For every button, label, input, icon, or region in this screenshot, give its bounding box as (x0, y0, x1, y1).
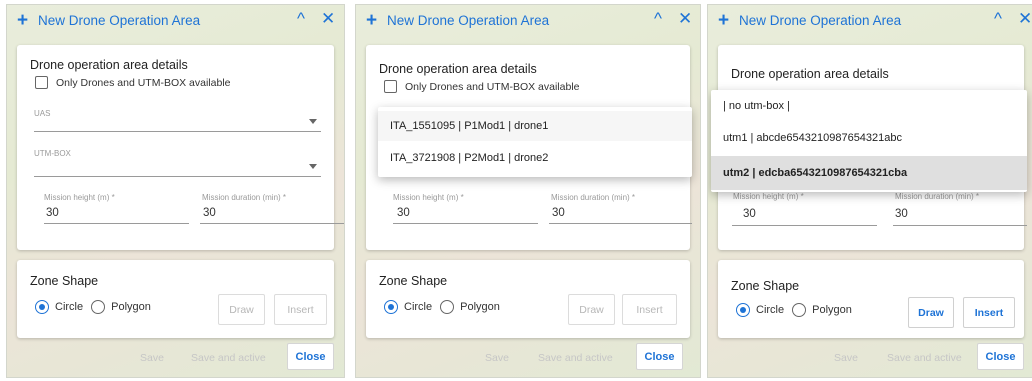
utm-dropdown-arrow-icon[interactable] (309, 164, 317, 169)
close-button[interactable]: Close (287, 343, 334, 370)
save-button[interactable]: Save (485, 352, 509, 364)
details-title: Drone operation area details (30, 58, 188, 72)
close-button[interactable]: Close (636, 343, 683, 370)
polygon-label: Polygon (812, 304, 852, 316)
height-input[interactable]: 30 (397, 207, 410, 219)
panel-uas-dropdown: + New Drone Operation Area ^ ✕ Drone ope… (355, 4, 701, 378)
details-title: Drone operation area details (379, 62, 537, 76)
details-card: Drone operation area details Only Drones… (17, 45, 344, 250)
panel-default: + New Drone Operation Area ^ ✕ Drone ope… (6, 4, 345, 378)
close-icon[interactable]: ✕ (1018, 9, 1032, 29)
radio-dot-icon (387, 303, 394, 310)
height-label: Mission height (m) * (44, 193, 115, 202)
collapse-icon[interactable]: ^ (994, 9, 1002, 29)
collapse-icon[interactable]: ^ (297, 9, 305, 29)
uas-option[interactable]: ITA_3721908 | P2Mod1 | drone2 (378, 143, 692, 173)
zone-radio-group: Circle Polygon (736, 303, 860, 317)
polygon-label: Polygon (111, 301, 151, 313)
dialog-title: New Drone Operation Area (387, 12, 550, 28)
zone-card: Zone Shape Circle Polygon Draw Insert (718, 260, 1024, 338)
save-and-active-button[interactable]: Save and active (887, 352, 962, 364)
utm-dropdown-menu: | no utm-box | utm1 | abcde6543210987654… (711, 90, 1027, 192)
only-available-label: Only Drones and UTM-BOX available (56, 76, 231, 89)
utm-select[interactable] (34, 176, 321, 177)
duration-label: Mission duration (min) * (202, 193, 287, 202)
utm-option[interactable]: utm1 | abcde6543210987654321abc (711, 124, 1027, 152)
insert-button[interactable]: Insert (274, 294, 327, 325)
duration-input[interactable]: 30 (203, 207, 216, 219)
utm-option-selected[interactable]: utm2 | edcba6543210987654321cba (711, 156, 1027, 190)
duration-label: Mission duration (min) * (895, 192, 980, 201)
add-icon: + (718, 9, 730, 31)
dialog-title: New Drone Operation Area (38, 12, 201, 28)
circle-label: Circle (55, 301, 84, 313)
height-underline (44, 223, 189, 224)
zone-title: Zone Shape (379, 274, 448, 288)
circle-radio[interactable] (35, 300, 49, 314)
circle-radio[interactable] (736, 303, 750, 317)
dialog-title: New Drone Operation Area (739, 12, 902, 28)
close-icon[interactable]: ✕ (321, 9, 335, 29)
height-underline (732, 225, 877, 226)
zone-title: Zone Shape (731, 279, 800, 293)
panel-utm-dropdown: + New Drone Operation Area ^ ✕ Drone ope… (707, 4, 1032, 378)
close-icon[interactable]: ✕ (678, 9, 692, 29)
polygon-radio[interactable] (91, 300, 106, 314)
zone-card: Zone Shape Circle Polygon Draw Insert (366, 260, 690, 338)
save-button[interactable]: Save (834, 352, 858, 364)
duration-input[interactable]: 30 (552, 207, 565, 219)
uas-select[interactable] (34, 131, 321, 132)
circle-label: Circle (404, 301, 433, 313)
utm-option[interactable]: | no utm-box | (711, 92, 1027, 120)
only-available-checkbox[interactable] (35, 76, 48, 89)
dialog-header: + New Drone Operation Area ^ ✕ (7, 5, 344, 35)
duration-underline (893, 225, 1027, 226)
height-label: Mission height (m) * (393, 193, 464, 202)
uas-label: UAS (34, 109, 51, 118)
dialog-header: + New Drone Operation Area ^ ✕ (708, 5, 1032, 35)
collapse-icon[interactable]: ^ (654, 9, 662, 29)
dialog-header: + New Drone Operation Area ^ ✕ (356, 5, 700, 35)
duration-underline (200, 223, 344, 224)
duration-underline (549, 223, 692, 224)
height-underline (393, 223, 538, 224)
utm-label: UTM-BOX (34, 149, 71, 158)
height-input[interactable]: 30 (46, 207, 59, 219)
duration-label: Mission duration (min) * (551, 193, 636, 202)
details-title: Drone operation area details (731, 67, 889, 81)
only-available-checkbox-row[interactable]: Only Drones and UTM-BOX available (35, 76, 231, 89)
height-label: Mission height (m) * (733, 192, 804, 201)
save-and-active-button[interactable]: Save and active (538, 352, 613, 364)
save-button[interactable]: Save (140, 352, 164, 364)
draw-button[interactable]: Draw (218, 294, 265, 325)
uas-dropdown-arrow-icon[interactable] (309, 119, 317, 124)
only-available-checkbox[interactable] (384, 80, 397, 93)
add-icon: + (17, 9, 29, 31)
duration-input[interactable]: 30 (895, 208, 908, 220)
close-button[interactable]: Close (977, 343, 1024, 370)
polygon-radio[interactable] (792, 303, 807, 317)
zone-radio-group: Circle Polygon (35, 300, 159, 314)
only-available-label: Only Drones and UTM-BOX available (405, 80, 580, 93)
polygon-label: Polygon (460, 301, 500, 313)
circle-radio[interactable] (384, 300, 398, 314)
insert-button[interactable]: Insert (963, 297, 1015, 328)
draw-button[interactable]: Draw (568, 294, 615, 325)
zone-radio-group: Circle Polygon (384, 300, 508, 314)
uas-dropdown-menu: ITA_1551095 | P1Mod1 | drone1 ITA_372190… (378, 107, 692, 177)
circle-label: Circle (756, 304, 785, 316)
uas-option[interactable]: ITA_1551095 | P1Mod1 | drone1 (378, 111, 692, 141)
only-available-checkbox-row[interactable]: Only Drones and UTM-BOX available (384, 80, 580, 93)
polygon-radio[interactable] (440, 300, 455, 314)
draw-button[interactable]: Draw (908, 297, 954, 328)
add-icon: + (366, 9, 378, 31)
radio-dot-icon (38, 303, 45, 310)
zone-title: Zone Shape (30, 274, 99, 288)
zone-card: Zone Shape Circle Polygon Draw Insert (17, 260, 334, 338)
height-input[interactable]: 30 (743, 208, 756, 220)
insert-button[interactable]: Insert (622, 294, 677, 325)
save-and-active-button[interactable]: Save and active (191, 352, 266, 364)
radio-dot-icon (739, 306, 746, 313)
